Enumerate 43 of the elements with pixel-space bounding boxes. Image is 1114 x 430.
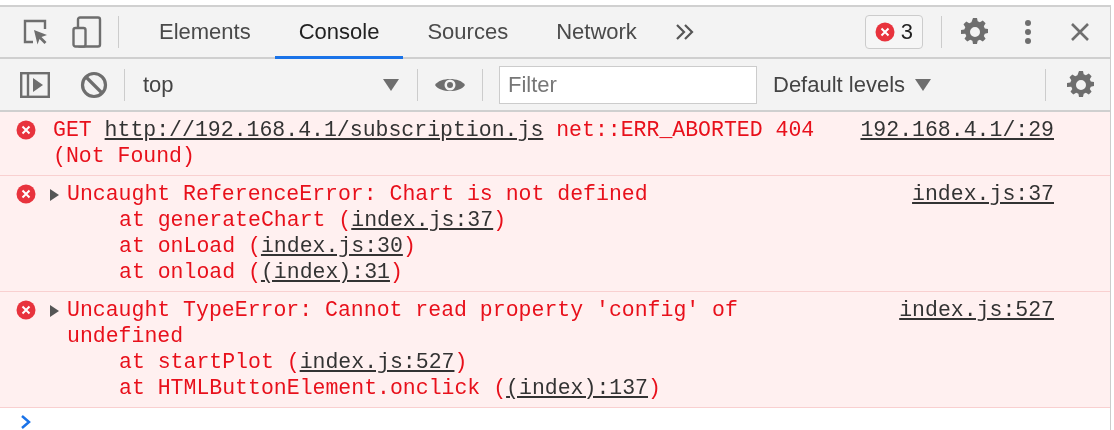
source-link[interactable]: index.js:37 xyxy=(912,181,1054,207)
console-settings-button[interactable] xyxy=(1066,69,1096,100)
source-link[interactable]: 192.168.4.1/:29 xyxy=(860,117,1054,143)
message-text: at startPlot (index.js:527) xyxy=(118,349,469,375)
message-text: (Not Found) xyxy=(53,143,196,169)
prompt-icon xyxy=(20,414,32,430)
sidebar-toggle-button[interactable] xyxy=(20,71,50,98)
close-button[interactable] xyxy=(1070,22,1090,42)
message-text: GET http://192.168.4.1/subscription.js net::ERR_ABORTED 404 xyxy=(53,117,816,143)
source-link[interactable]: index.js:30 xyxy=(260,234,403,258)
tab[interactable]: Network xyxy=(532,8,661,59)
tab[interactable]: Sources xyxy=(403,8,533,59)
source-link[interactable]: index.js:527 xyxy=(299,350,455,374)
settings-button[interactable] xyxy=(960,17,990,47)
clear-console-button[interactable] xyxy=(80,70,108,99)
source-link[interactable]: (index):31 xyxy=(260,260,390,284)
error-count-button[interactable]: 3 xyxy=(864,15,923,49)
more-options-button[interactable] xyxy=(1024,19,1032,45)
expand-arrow-icon[interactable] xyxy=(49,189,59,201)
context-dropdown[interactable]: top xyxy=(141,66,401,103)
message-text: undefined xyxy=(67,323,185,349)
error-icon xyxy=(16,184,36,204)
filter-field[interactable]: Filter xyxy=(499,65,757,104)
message-text: Uncaught TypeError: Cannot read property 'config' of xyxy=(67,297,739,323)
device-toolbar-button[interactable] xyxy=(72,16,102,48)
log-levels-dropdown[interactable]: Default levels xyxy=(773,71,932,98)
error-icon xyxy=(16,120,36,140)
message-text: Uncaught ReferenceError: Chart is not defined xyxy=(67,181,649,207)
message-text: at onload ((index):31) xyxy=(118,259,404,285)
error-icon xyxy=(874,22,895,42)
dropdown-arrow-icon xyxy=(915,78,932,91)
source-link[interactable]: http://192.168.4.1/subscription.js xyxy=(104,118,544,142)
dropdown-arrow-icon xyxy=(383,78,399,91)
source-link[interactable]: index.js:37 xyxy=(351,208,494,232)
source-link[interactable]: index.js:527 xyxy=(899,297,1054,323)
source-link[interactable]: (index):137 xyxy=(506,376,648,400)
expand-arrow-icon[interactable] xyxy=(49,305,59,317)
message-text: at HTMLButtonElement.onclick ((index):137) xyxy=(118,375,662,401)
error-icon xyxy=(16,300,36,320)
tab[interactable]: Elements xyxy=(135,8,275,59)
message-text: at generateChart (index.js:37) xyxy=(118,207,508,233)
error-count: 3 xyxy=(900,19,913,45)
message-text: at onLoad (index.js:30) xyxy=(118,233,417,259)
